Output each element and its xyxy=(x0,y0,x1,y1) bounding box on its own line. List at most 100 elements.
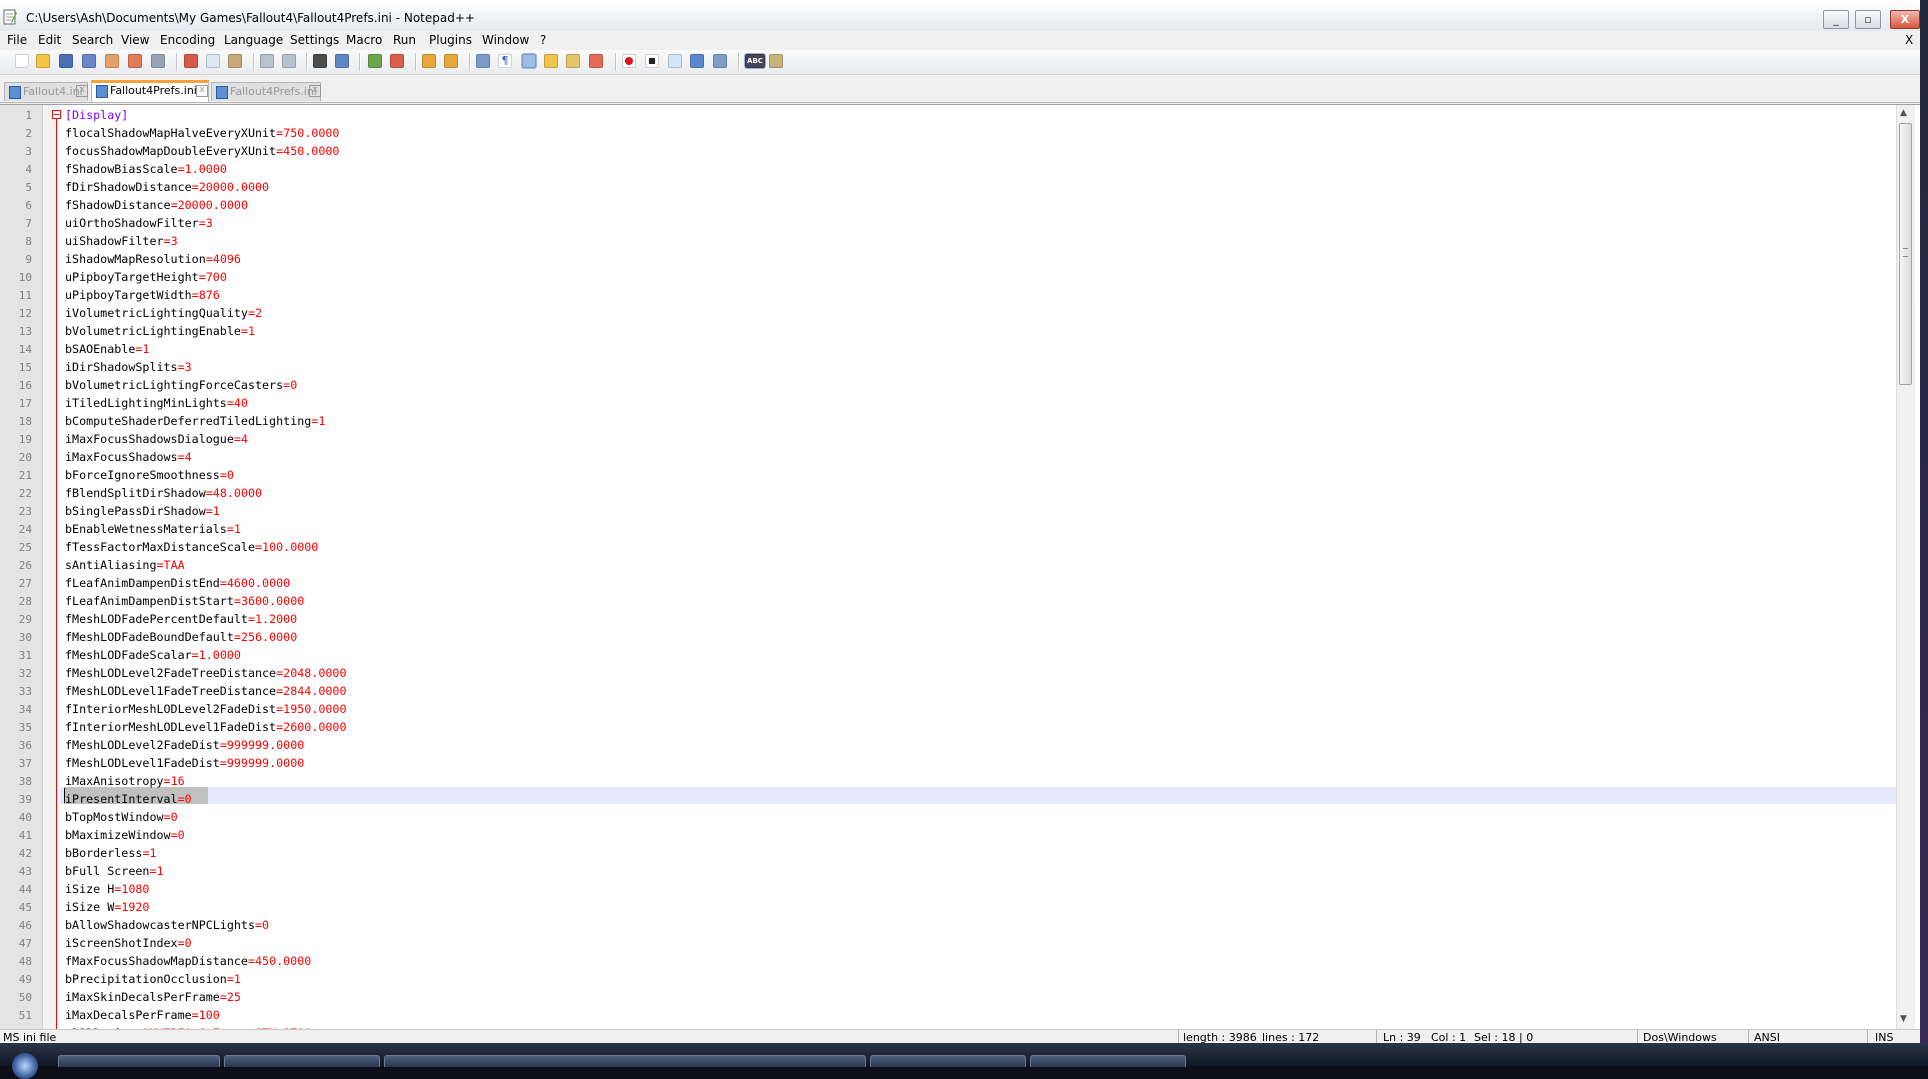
tab-close-icon[interactable]: x xyxy=(76,85,88,97)
show-all-characters-icon[interactable]: ¶ xyxy=(498,54,512,68)
replace-icon[interactable] xyxy=(335,54,349,68)
line-number: 33 xyxy=(18,685,32,698)
redo-icon[interactable] xyxy=(282,54,296,68)
taskbar-button[interactable] xyxy=(870,1055,1026,1067)
minimize-button[interactable]: _ xyxy=(1823,10,1849,29)
menu-plugins[interactable]: Plugins xyxy=(429,33,472,47)
tab-fallout4prefs-ini[interactable]: Fallout4Prefs.ini x xyxy=(211,82,321,101)
setting-line: bSinglePassDirShadow=1 xyxy=(65,504,220,518)
fold-collapse-icon[interactable] xyxy=(52,110,61,119)
taskbar-button[interactable] xyxy=(224,1055,380,1067)
menu-language[interactable]: Language xyxy=(224,33,283,47)
playback-macro-icon[interactable] xyxy=(668,54,682,68)
setting-key: iDirShadowSplits xyxy=(65,360,178,374)
setting-line: bVolumetricLightingForceCasters=0 xyxy=(65,378,297,392)
find-icon[interactable] xyxy=(313,54,327,68)
toolbar-separator xyxy=(615,53,617,71)
setting-line: iPresentInterval=0 xyxy=(65,792,192,806)
indent-guide-icon[interactable] xyxy=(521,53,537,69)
save-icon[interactable] xyxy=(59,54,73,68)
menu-run[interactable]: Run xyxy=(393,33,416,47)
equals-operator: = xyxy=(198,216,206,230)
setting-line: fMeshLODLevel2FadeTreeDistance=2048.0000 xyxy=(65,666,347,680)
setting-value: 2844.0000 xyxy=(283,684,347,698)
zoom-out-icon[interactable] xyxy=(390,54,404,68)
line-number: 19 xyxy=(18,433,32,446)
editor-area[interactable]: 1 [Display] 2 flocalShadowMapHalveEveryXUni… xyxy=(0,104,1920,1029)
run-macro-multiple-times-icon[interactable] xyxy=(690,54,704,68)
tab-close-icon[interactable]: x xyxy=(309,85,321,97)
paste-icon[interactable] xyxy=(228,54,242,68)
menu-view[interactable]: View xyxy=(121,33,149,47)
status-file-type: MS ini file xyxy=(3,1031,57,1043)
save-all-icon[interactable] xyxy=(82,54,96,68)
tab-close-icon[interactable]: x xyxy=(196,85,208,97)
file-icon xyxy=(9,86,21,99)
menu-file[interactable]: File xyxy=(7,33,27,47)
close-all-icon[interactable] xyxy=(128,54,142,68)
line-number: 44 xyxy=(18,883,32,896)
equals-operator: = xyxy=(163,810,171,824)
close-document-button[interactable]: X xyxy=(1905,33,1913,47)
equals-operator: = xyxy=(255,918,263,932)
tab-fallout4-ini[interactable]: Fallout4.ini x xyxy=(4,82,88,101)
file-icon xyxy=(96,85,108,98)
setting-key: bSAOEnable xyxy=(65,342,136,356)
user-defined-language-icon[interactable] xyxy=(544,54,558,68)
menu-settings[interactable]: Settings xyxy=(290,33,339,47)
vertical-scrollbar[interactable]: ▲ ▼ xyxy=(1896,105,1915,1029)
spell-check-icon[interactable]: ABC xyxy=(744,53,766,69)
setting-key: fMeshLODFadeBoundDefault xyxy=(65,630,234,644)
menu-macro[interactable]: Macro xyxy=(346,33,382,47)
tab-fallout4prefs-ini-active[interactable]: Fallout4Prefs.ini x xyxy=(91,80,209,102)
setting-line: uiOrthoShadowFilter=3 xyxy=(65,216,213,230)
new-file-icon[interactable] xyxy=(15,54,29,68)
setting-key: iPresentInterval xyxy=(65,792,178,806)
taskbar-button[interactable] xyxy=(384,1055,866,1067)
scroll-down-icon[interactable]: ▼ xyxy=(1900,1014,1907,1024)
menu-encoding[interactable]: Encoding xyxy=(160,33,215,47)
menu-window[interactable]: Window xyxy=(482,33,529,47)
line-number: 26 xyxy=(18,559,32,572)
sync-vertical-scroll-icon[interactable] xyxy=(422,54,436,68)
setting-key: bVolumetricLightingEnable xyxy=(65,324,241,338)
save-macro-icon[interactable] xyxy=(713,54,727,68)
function-list-icon[interactable] xyxy=(589,54,603,68)
scroll-up-icon[interactable]: ▲ xyxy=(1900,108,1907,118)
close-file-icon[interactable] xyxy=(105,54,119,68)
setting-value: 876 xyxy=(198,288,220,302)
taskbar-button[interactable] xyxy=(58,1055,220,1067)
word-wrap-icon[interactable] xyxy=(476,54,490,68)
menu-help[interactable]: ? xyxy=(540,33,546,47)
record-macro-icon[interactable] xyxy=(622,54,636,68)
undo-icon[interactable] xyxy=(260,54,274,68)
copy-icon[interactable] xyxy=(206,54,220,68)
open-file-icon[interactable] xyxy=(36,54,50,68)
setting-key: bVolumetricLightingForceCasters xyxy=(65,378,284,392)
equals-operator: = xyxy=(198,270,206,284)
taskbar-button[interactable] xyxy=(1030,1055,1186,1067)
spell-check-settings-icon[interactable] xyxy=(769,54,783,68)
cut-icon[interactable] xyxy=(184,54,198,68)
equals-operator: = xyxy=(233,630,241,644)
sync-horizontal-scroll-icon[interactable] xyxy=(444,54,458,68)
restore-button[interactable]: ▫ xyxy=(1855,10,1881,29)
notepadpp-app-icon[interactable] xyxy=(3,9,17,25)
tab-bar: Fallout4.ini x Fallout4Prefs.ini x Fallo… xyxy=(0,80,1920,103)
stop-recording-icon[interactable] xyxy=(645,54,659,68)
zoom-in-icon[interactable] xyxy=(368,54,382,68)
start-button-icon[interactable] xyxy=(12,1053,38,1079)
file-icon xyxy=(216,86,228,99)
close-window-button[interactable]: X xyxy=(1890,10,1920,29)
setting-line: bComputeShaderDeferredTiledLighting=1 xyxy=(65,414,325,428)
menu-search[interactable]: Search xyxy=(72,33,113,47)
document-map-icon[interactable] xyxy=(566,54,580,68)
setting-value: 0 xyxy=(290,378,298,392)
line-number: 42 xyxy=(18,847,32,860)
setting-value: 100.0000 xyxy=(262,540,319,554)
line-number: 3 xyxy=(25,145,32,158)
equals-operator: = xyxy=(219,468,227,482)
print-icon[interactable] xyxy=(151,54,165,68)
menu-edit[interactable]: Edit xyxy=(38,33,61,47)
scrollbar-thumb[interactable] xyxy=(1899,123,1912,385)
